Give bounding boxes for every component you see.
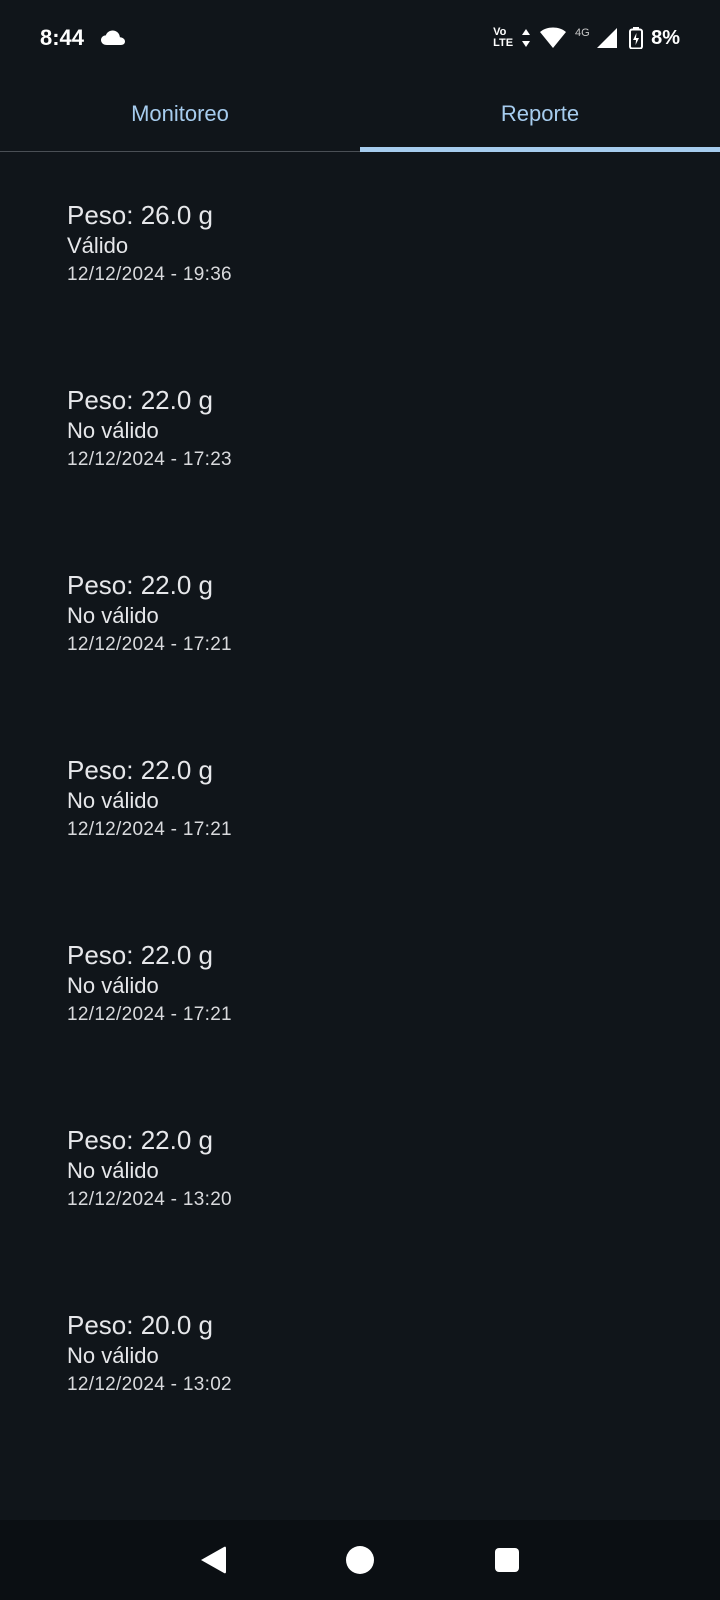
report-weight: Peso: 22.0 g [67,1125,213,1155]
volte-icon: Vo LTE [493,27,513,49]
report-status: No válido [67,973,159,998]
tab-monitoreo[interactable]: Monitoreo [0,76,360,151]
list-item[interactable]: Peso: 22.0 g No válido 12/12/2024 - 13:2… [0,1077,720,1262]
svg-text:4G: 4G [575,27,590,39]
cell-signal-icon: 4G [575,26,621,50]
tab-reporte[interactable]: Reporte [360,76,720,152]
report-status: No válido [67,418,159,443]
report-weight: Peso: 22.0 g [67,755,213,785]
report-weight: Peso: 22.0 g [67,940,213,970]
report-weight: Peso: 20.0 g [67,1310,213,1340]
wifi-icon [539,27,567,49]
report-weight: Peso: 26.0 g [67,200,213,230]
battery-percentage: 8% [651,26,680,49]
recents-icon [494,1547,520,1573]
report-status: No válido [67,1158,159,1183]
list-item[interactable]: Peso: 20.0 g No válido 12/12/2024 - 13:0… [0,1262,720,1447]
report-weight: Peso: 22.0 g [67,570,213,600]
report-datetime: 12/12/2024 - 17:21 [67,1004,232,1025]
screen: 8:44 Vo LTE 4G 8% Monitoreo Reporte Peso… [0,0,720,1600]
status-right: Vo LTE 4G 8% [493,26,680,50]
report-datetime: 12/12/2024 - 17:23 [67,449,232,470]
report-datetime: 12/12/2024 - 19:36 [67,264,232,285]
list-item[interactable]: Peso: 22.0 g No válido 12/12/2024 - 17:2… [0,707,720,892]
home-icon [345,1545,375,1575]
recents-button[interactable] [477,1530,537,1590]
home-button[interactable] [330,1530,390,1590]
back-icon [199,1545,227,1575]
data-arrows-icon [521,28,531,48]
back-button[interactable] [183,1530,243,1590]
report-datetime: 12/12/2024 - 13:20 [67,1189,232,1210]
report-datetime: 12/12/2024 - 17:21 [67,634,232,655]
report-weight: Peso: 22.0 g [67,385,213,415]
navigation-bar [0,1520,720,1600]
status-time: 8:44 [40,25,85,50]
status-bar: 8:44 Vo LTE 4G 8% [0,0,720,76]
report-status: No válido [67,1343,159,1368]
report-list: Peso: 26.0 g Válido 12/12/2024 - 19:36 P… [0,152,720,1447]
report-status: No válido [67,603,159,628]
battery-charging-icon [629,27,644,49]
list-item[interactable]: Peso: 22.0 g No válido 12/12/2024 - 17:2… [0,337,720,522]
tab-bar: Monitoreo Reporte [0,76,720,152]
list-item[interactable]: Peso: 22.0 g No válido 12/12/2024 - 17:2… [0,892,720,1077]
report-status: Válido [67,233,129,258]
cloud-icon [100,29,126,47]
status-left: 8:44 [40,25,126,51]
list-item[interactable]: Peso: 22.0 g No válido 12/12/2024 - 17:2… [0,522,720,707]
list-item[interactable]: Peso: 26.0 g Válido 12/12/2024 - 19:36 [0,152,720,337]
report-datetime: 12/12/2024 - 13:02 [67,1374,232,1395]
report-status: No válido [67,788,159,813]
volte-bottom-label: LTE [493,37,514,49]
report-datetime: 12/12/2024 - 17:21 [67,819,232,840]
